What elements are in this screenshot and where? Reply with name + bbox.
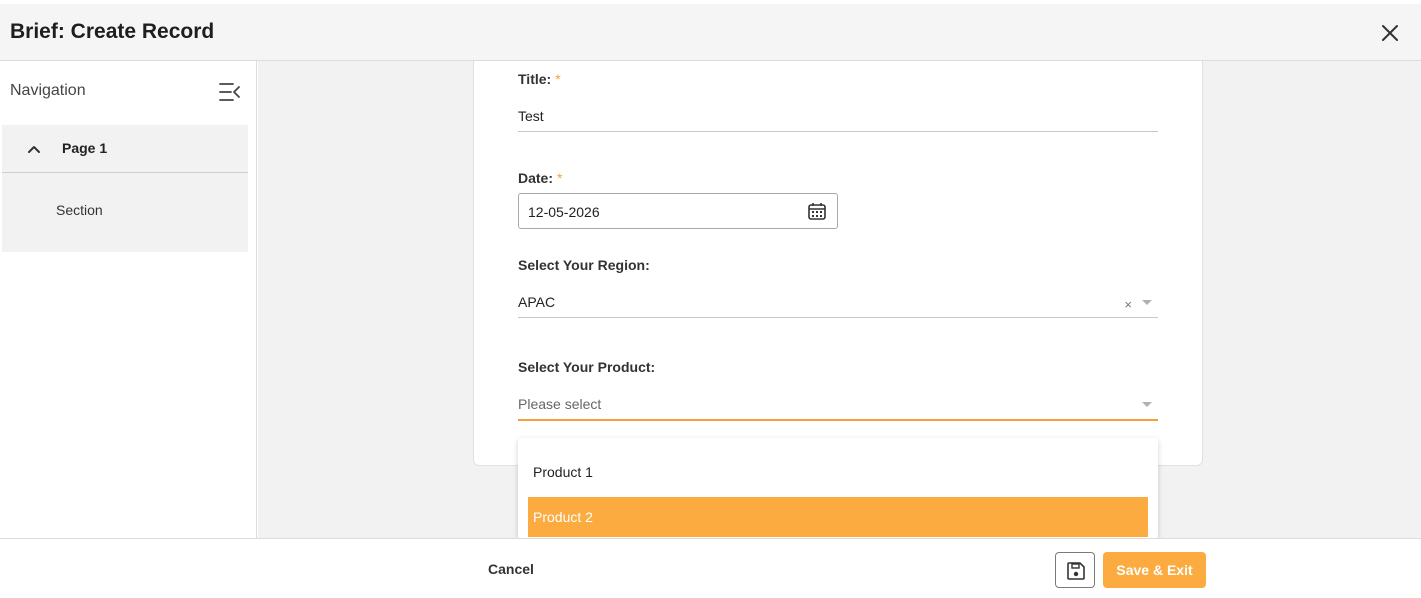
dropdown-option-product-2[interactable]: Product 2 [528, 497, 1148, 537]
required-marker: * [557, 170, 563, 186]
dropdown-arrow-icon [1142, 402, 1152, 407]
close-icon [1382, 25, 1398, 41]
sidebar-item-label: Page 1 [62, 140, 108, 156]
date-value: 12-05-2026 [528, 204, 600, 220]
title-input[interactable]: Test [518, 102, 1158, 132]
floppy-disk-icon [1067, 562, 1085, 580]
product-label: Select Your Product: [518, 359, 656, 375]
region-value: APAC [518, 294, 556, 310]
product-placeholder: Please select [518, 396, 602, 412]
form-card: Title: * Test Date: * 12-05-2026 Select Yo… [473, 61, 1203, 466]
dropdown-arrow-icon [1142, 300, 1152, 305]
navigation-sidebar: Navigation Page 1 Section [0, 61, 257, 538]
dialog-header: Brief: Create Record [0, 4, 1421, 61]
date-label: Date: * [518, 170, 563, 186]
dropdown-option-product-1[interactable]: Product 1 [528, 452, 1148, 492]
region-label: Select Your Region: [518, 257, 650, 273]
menu-collapse-icon [219, 83, 240, 101]
dialog-footer: Cancel Save & Exit [0, 538, 1421, 598]
nav-page-group: Page 1 Section [2, 125, 248, 252]
chevron-up-icon [28, 146, 40, 153]
region-select[interactable]: APAC × [518, 288, 1158, 318]
sidebar-item-page-1[interactable]: Page 1 [2, 125, 248, 173]
date-input[interactable]: 12-05-2026 [518, 193, 838, 229]
save-and-exit-button[interactable]: Save & Exit [1103, 552, 1206, 588]
sidebar-item-section[interactable]: Section [56, 202, 103, 218]
navigation-title: Navigation [10, 82, 86, 99]
title-value: Test [518, 108, 544, 124]
product-select[interactable]: Please select [518, 390, 1158, 421]
required-marker: * [555, 71, 561, 87]
title-label: Title: * [518, 71, 561, 87]
close-button[interactable] [1378, 21, 1402, 45]
calendar-icon[interactable] [807, 201, 827, 221]
cancel-button[interactable]: Cancel [470, 557, 552, 581]
clear-icon[interactable]: × [1124, 297, 1132, 312]
product-dropdown-menu: Product 1 Product 2 [518, 438, 1158, 538]
dialog-window: Brief: Create Record Navigation Page 1 S… [0, 4, 1421, 598]
page-title: Brief: Create Record [10, 20, 215, 43]
save-button[interactable] [1055, 552, 1095, 588]
collapse-sidebar-button[interactable] [218, 81, 242, 103]
